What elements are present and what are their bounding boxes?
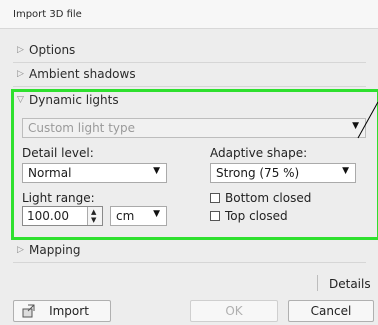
section-dynamic-lights[interactable]: ▽ Dynamic lights	[13, 90, 366, 114]
ok-button[interactable]: OK	[190, 300, 278, 322]
section-options-label: Options	[29, 43, 76, 57]
section-options[interactable]: ▷ Options	[13, 40, 366, 64]
light-range-value: 100.00	[27, 209, 69, 223]
cancel-button[interactable]: Cancel	[288, 300, 374, 322]
section-mapping-label: Mapping	[29, 243, 81, 257]
ok-button-label: OK	[225, 304, 243, 318]
section-ambient-shadows-label: Ambient shadows	[29, 67, 136, 81]
divider	[13, 262, 366, 263]
import-button[interactable]: Import	[13, 300, 111, 322]
section-ambient-shadows[interactable]: ▷ Ambient shadows	[13, 64, 366, 88]
chevron-down-icon: ▼	[342, 166, 349, 176]
bottom-closed-label: Bottom closed	[225, 191, 312, 205]
separator	[317, 275, 318, 291]
detail-level-label: Detail level:	[22, 146, 94, 160]
triangle-down-icon: ▽	[17, 95, 24, 105]
import-button-label: Import	[49, 304, 89, 318]
section-dynamic-lights-label: Dynamic lights	[29, 93, 119, 107]
adaptive-shape-label: Adaptive shape:	[210, 146, 308, 160]
spin-up-icon[interactable]: ▲	[91, 208, 96, 216]
details-button[interactable]: Details	[329, 277, 371, 291]
chevron-down-icon: ▼	[153, 209, 160, 219]
light-range-spinbox[interactable]: 100.00 ▲ ▼	[22, 206, 103, 226]
spin-buttons[interactable]: ▲ ▼	[87, 207, 102, 225]
chevron-down-icon: ▼	[153, 166, 160, 176]
triangle-right-icon: ▷	[17, 69, 24, 79]
checkbox-box[interactable]	[210, 211, 220, 221]
import-3d-dialog: Import 3D file ▷ Options ▷ Ambient shado…	[0, 0, 378, 325]
annotation-pointer	[357, 101, 378, 139]
spin-down-icon[interactable]: ▼	[91, 216, 96, 224]
top-closed-checkbox[interactable]: Top closed	[210, 209, 340, 225]
top-closed-label: Top closed	[225, 209, 288, 223]
detail-level-dropdown[interactable]: Normal ▼	[22, 163, 167, 183]
adaptive-shape-value: Strong (75 %)	[216, 166, 300, 180]
divider	[13, 86, 366, 87]
divider	[13, 62, 366, 63]
light-range-label: Light range:	[22, 191, 95, 205]
section-mapping[interactable]: ▷ Mapping	[13, 240, 366, 264]
triangle-right-icon: ▷	[17, 45, 24, 55]
unit-dropdown[interactable]: cm ▼	[110, 206, 167, 226]
checkbox-box[interactable]	[210, 193, 220, 203]
light-type-value: Custom light type	[28, 121, 136, 135]
adaptive-shape-dropdown[interactable]: Strong (75 %) ▼	[210, 163, 356, 183]
window-title: Import 3D file	[13, 9, 82, 20]
triangle-right-icon: ▷	[17, 245, 24, 255]
cancel-button-label: Cancel	[310, 304, 352, 318]
light-type-dropdown[interactable]: Custom light type ▼	[22, 118, 366, 138]
title-bar: Import 3D file	[0, 0, 378, 29]
bottom-closed-checkbox[interactable]: Bottom closed	[210, 191, 340, 207]
detail-level-value: Normal	[28, 166, 72, 180]
unit-value: cm	[116, 209, 135, 223]
